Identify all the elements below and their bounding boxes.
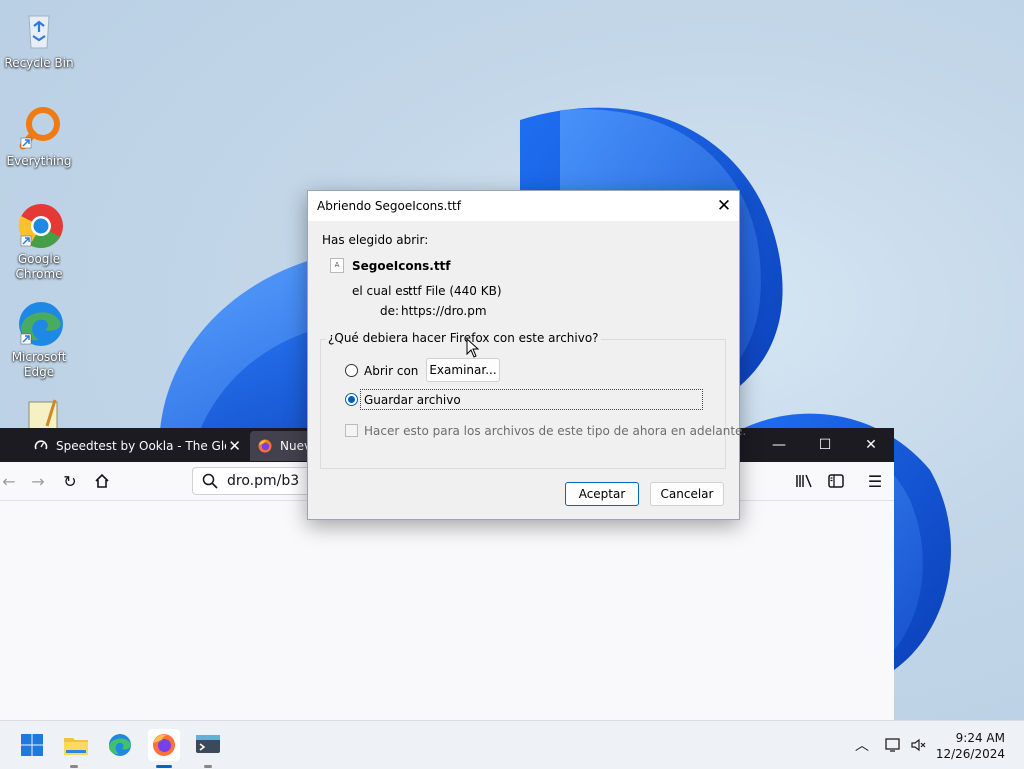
file-type-label: el cual es: bbox=[352, 284, 413, 298]
clock-time: 9:24 AM bbox=[955, 731, 1005, 745]
recycle-bin-icon bbox=[15, 6, 63, 54]
remember-checkbox[interactable] bbox=[345, 424, 358, 437]
close-icon[interactable]: ✕ bbox=[709, 191, 739, 221]
file-explorer-icon[interactable] bbox=[60, 729, 92, 761]
clock-date: 12/26/2024 bbox=[935, 747, 1005, 761]
dialog-title: Abriendo SegoeIcons.ttf bbox=[317, 199, 461, 213]
show-hidden-icons-chevron-icon[interactable]: ︿ bbox=[852, 721, 872, 769]
taskbar: ︿ 9:24 AM 12/26/2024 bbox=[0, 720, 1024, 769]
save-file-label[interactable]: Guardar archivo bbox=[364, 393, 461, 407]
tab-label: Speedtest by Ookla - The Glob bbox=[56, 439, 226, 453]
desktop-icon-chrome[interactable]: Google Chrome bbox=[4, 202, 74, 282]
tab-speedtest[interactable]: Speedtest by Ookla - The Glob ✕ bbox=[24, 431, 249, 461]
remember-label[interactable]: Hacer esto para los archivos de este tip… bbox=[364, 424, 746, 438]
desktop-icon-label: Google Chrome bbox=[15, 252, 63, 281]
forward-icon[interactable]: → bbox=[25, 468, 51, 494]
close-window-button[interactable]: ✕ bbox=[848, 428, 894, 462]
desktop-icon-everything[interactable]: Everything bbox=[4, 104, 74, 169]
menu-icon[interactable]: ☰ bbox=[862, 468, 888, 494]
browse-button[interactable]: Examinar... bbox=[426, 358, 500, 382]
save-file-radio[interactable] bbox=[345, 393, 358, 406]
page-content bbox=[0, 501, 894, 720]
back-icon[interactable]: ← bbox=[0, 468, 22, 494]
everything-icon bbox=[15, 104, 63, 152]
network-icon[interactable] bbox=[883, 721, 905, 769]
desktop-icon-recycle-bin[interactable]: Recycle Bin bbox=[4, 6, 74, 71]
action-question: ¿Qué debiera hacer Firefox con este arch… bbox=[326, 331, 601, 345]
edge-icon bbox=[15, 300, 63, 348]
ok-button[interactable]: Aceptar bbox=[565, 482, 639, 506]
library-icon[interactable] bbox=[791, 468, 817, 494]
intro-text: Has elegido abrir: bbox=[322, 233, 429, 247]
cancel-button[interactable]: Cancelar bbox=[650, 482, 724, 506]
home-icon[interactable] bbox=[89, 468, 115, 494]
file-type-value: ttf File (440 KB) bbox=[408, 284, 502, 298]
start-icon[interactable] bbox=[16, 729, 48, 761]
maximize-button[interactable]: ☐ bbox=[802, 428, 848, 462]
reload-icon[interactable]: ↻ bbox=[57, 468, 83, 494]
open-with-radio[interactable] bbox=[345, 364, 358, 377]
desktop-icon-edge[interactable]: Microsoft Edge bbox=[4, 300, 74, 380]
url-text: dro.pm/b3 bbox=[227, 473, 300, 489]
firefox-icon bbox=[258, 439, 272, 453]
sidebar-icon[interactable] bbox=[823, 468, 849, 494]
file-source-value: https://dro.pm bbox=[401, 304, 487, 318]
edge-icon[interactable] bbox=[104, 729, 136, 761]
desktop-icon-label: Recycle Bin bbox=[4, 56, 74, 70]
file-name: SegoeIcons.ttf bbox=[352, 259, 451, 273]
desktop-icon-label: Microsoft Edge bbox=[11, 350, 67, 379]
terminal-icon[interactable] bbox=[192, 729, 224, 761]
file-icon: A bbox=[330, 258, 344, 273]
chrome-icon bbox=[15, 202, 63, 250]
speedtest-icon bbox=[34, 440, 48, 450]
desktop-icon-label: Everything bbox=[6, 154, 72, 168]
mouse-cursor-icon bbox=[466, 338, 480, 358]
dialog-titlebar: Abriendo SegoeIcons.ttf ✕ bbox=[308, 191, 739, 221]
tab-close-icon[interactable]: ✕ bbox=[228, 437, 241, 455]
minimize-button[interactable]: — bbox=[756, 428, 802, 462]
clock[interactable]: 9:24 AM 12/26/2024 bbox=[936, 730, 1005, 762]
volume-muted-icon[interactable] bbox=[908, 721, 930, 769]
download-dialog: Abriendo SegoeIcons.ttf ✕ Has elegido ab… bbox=[307, 190, 746, 520]
tab-nueva[interactable]: Nuev bbox=[250, 431, 311, 461]
open-with-label[interactable]: Abrir con bbox=[364, 364, 418, 378]
search-icon bbox=[202, 473, 218, 489]
firefox-icon[interactable] bbox=[148, 729, 180, 761]
file-source-label: de: bbox=[380, 304, 400, 318]
